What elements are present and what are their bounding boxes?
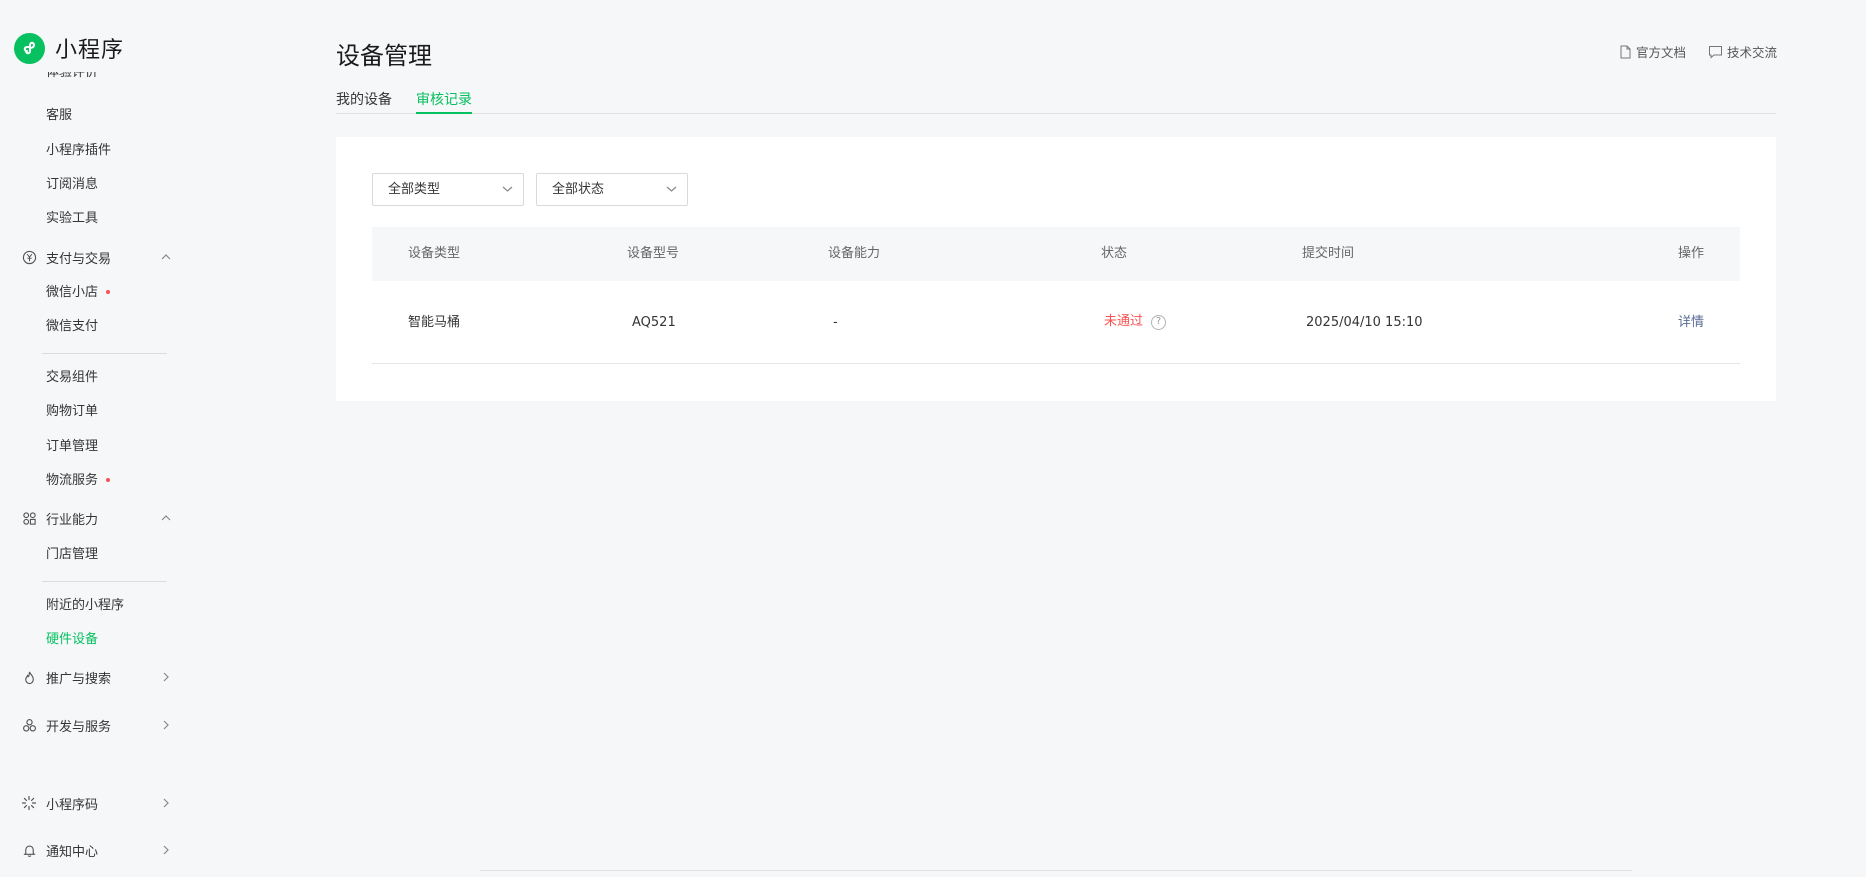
top-links: 官方文档 技术交流 xyxy=(1619,42,1777,61)
type-filter-select[interactable]: 全部类型 xyxy=(372,173,524,206)
sidebar-group-label: 通知中心 xyxy=(46,844,99,860)
chevron-down-icon xyxy=(666,186,677,192)
sidebar-group-label: 行业能力 xyxy=(46,512,99,528)
column-header-type: 设备类型 xyxy=(408,246,461,261)
table-header: 设备类型 设备型号 设备能力 状态 提交时间 操作 xyxy=(372,227,1740,281)
chevron-right-icon xyxy=(163,672,169,682)
new-dot-badge xyxy=(106,477,111,482)
docs-link[interactable]: 官方文档 xyxy=(1619,42,1686,61)
sidebar-group-industry[interactable]: 行业能力 xyxy=(20,507,175,529)
column-header-time: 提交时间 xyxy=(1302,246,1355,261)
cell-submit-time: 2025/04/10 15:10 xyxy=(1306,315,1423,330)
miniprogram-code-icon xyxy=(20,794,38,812)
sidebar-item-pay[interactable]: 微信支付 xyxy=(46,317,98,337)
records-card: 全部类型 全部状态 设备类型 设备型号 设备能力 状态 提交时间 操作 智能马桶… xyxy=(336,137,1776,401)
chevron-up-icon xyxy=(161,515,171,521)
chevron-right-icon xyxy=(163,845,169,855)
sidebar-item-hardware[interactable]: 硬件设备 xyxy=(46,630,98,650)
sidebar-item-plugin[interactable]: 小程序插件 xyxy=(46,141,111,161)
status-filter-select[interactable]: 全部状态 xyxy=(536,173,688,206)
page-title: 设备管理 xyxy=(336,42,432,70)
app-root: 小程序 体验评价 客服 小程序插件 订阅消息 实验工具 支付与交易 微信小店 微… xyxy=(0,0,1866,877)
document-icon xyxy=(1620,45,1631,58)
sidebar-group-payment[interactable]: 支付与交易 xyxy=(20,246,175,268)
sidebar-item-store-mgmt[interactable]: 门店管理 xyxy=(46,545,98,565)
detail-link[interactable]: 详情 xyxy=(1678,281,1704,364)
chevron-down-icon xyxy=(502,186,513,192)
sidebar-group-promotion[interactable]: 推广与搜索 xyxy=(20,666,175,688)
cell-device-model: AQ521 xyxy=(632,315,676,330)
chevron-right-icon xyxy=(163,798,169,808)
column-header-status: 状态 xyxy=(1101,246,1128,261)
new-dot-badge xyxy=(106,289,111,294)
dev-service-icon xyxy=(20,716,38,734)
sidebar-group-label: 小程序码 xyxy=(46,797,99,813)
help-question-icon[interactable]: ? xyxy=(1151,314,1167,330)
sidebar-item-subscribe[interactable]: 订阅消息 xyxy=(46,175,98,195)
cell-device-capability: - xyxy=(833,315,838,330)
chevron-up-icon xyxy=(161,254,171,260)
sidebar-group-label: 支付与交易 xyxy=(46,251,112,267)
status-badge: 未通过 xyxy=(1104,314,1144,329)
flame-icon xyxy=(20,668,38,686)
sidebar-item-shopping-order[interactable]: 购物订单 xyxy=(46,402,98,422)
column-header-model: 设备型号 xyxy=(627,246,680,261)
sidebar-divider xyxy=(42,581,167,582)
chat-bubble-icon xyxy=(1708,45,1722,59)
community-link[interactable]: 技术交流 xyxy=(1708,42,1777,61)
tab-bar: 我的设备 审核记录 xyxy=(336,86,1776,114)
industry-icon xyxy=(20,509,38,527)
tab-my-devices[interactable]: 我的设备 xyxy=(336,89,392,114)
sidebar-item-shop[interactable]: 微信小店 xyxy=(46,283,111,303)
sidebar-item-order-mgmt[interactable]: 订单管理 xyxy=(46,437,98,457)
sidebar-item-lab[interactable]: 实验工具 xyxy=(46,209,98,229)
app-name: 小程序 xyxy=(55,38,125,63)
table-row: 智能马桶 AQ521 - 未通过 ? 2025/04/10 15:10 详情 xyxy=(372,281,1740,364)
sidebar-group-notice[interactable]: 通知中心 xyxy=(20,839,175,861)
yuan-circle-icon xyxy=(20,248,38,266)
sidebar-item-clipped[interactable]: 体验评价 xyxy=(46,72,166,86)
sidebar-item-logistics[interactable]: 物流服务 xyxy=(46,471,111,491)
column-header-action: 操作 xyxy=(1678,246,1705,261)
sidebar-divider xyxy=(42,353,167,354)
sidebar-item-nearby[interactable]: 附近的小程序 xyxy=(46,596,124,616)
app-logo[interactable]: 小程序 xyxy=(14,32,124,64)
miniprogram-logo-icon xyxy=(14,32,45,64)
column-header-capability: 设备能力 xyxy=(828,246,881,261)
sidebar: 小程序 体验评价 客服 小程序插件 订阅消息 实验工具 支付与交易 微信小店 微… xyxy=(0,0,200,877)
bell-icon xyxy=(20,841,38,859)
footer-divider xyxy=(480,870,1632,871)
sidebar-item-kefu[interactable]: 客服 xyxy=(46,106,72,126)
sidebar-group-dev[interactable]: 开发与服务 xyxy=(20,714,175,736)
cell-device-type: 智能马桶 xyxy=(408,315,461,330)
sidebar-group-label: 推广与搜索 xyxy=(46,671,112,687)
sidebar-group-code[interactable]: 小程序码 xyxy=(20,792,175,814)
chevron-right-icon xyxy=(163,720,169,730)
cell-status: 未通过 ? xyxy=(1104,312,1167,332)
sidebar-group-label: 开发与服务 xyxy=(46,719,112,735)
tab-review-records[interactable]: 审核记录 xyxy=(416,89,472,114)
sidebar-item-trade-component[interactable]: 交易组件 xyxy=(46,368,98,388)
